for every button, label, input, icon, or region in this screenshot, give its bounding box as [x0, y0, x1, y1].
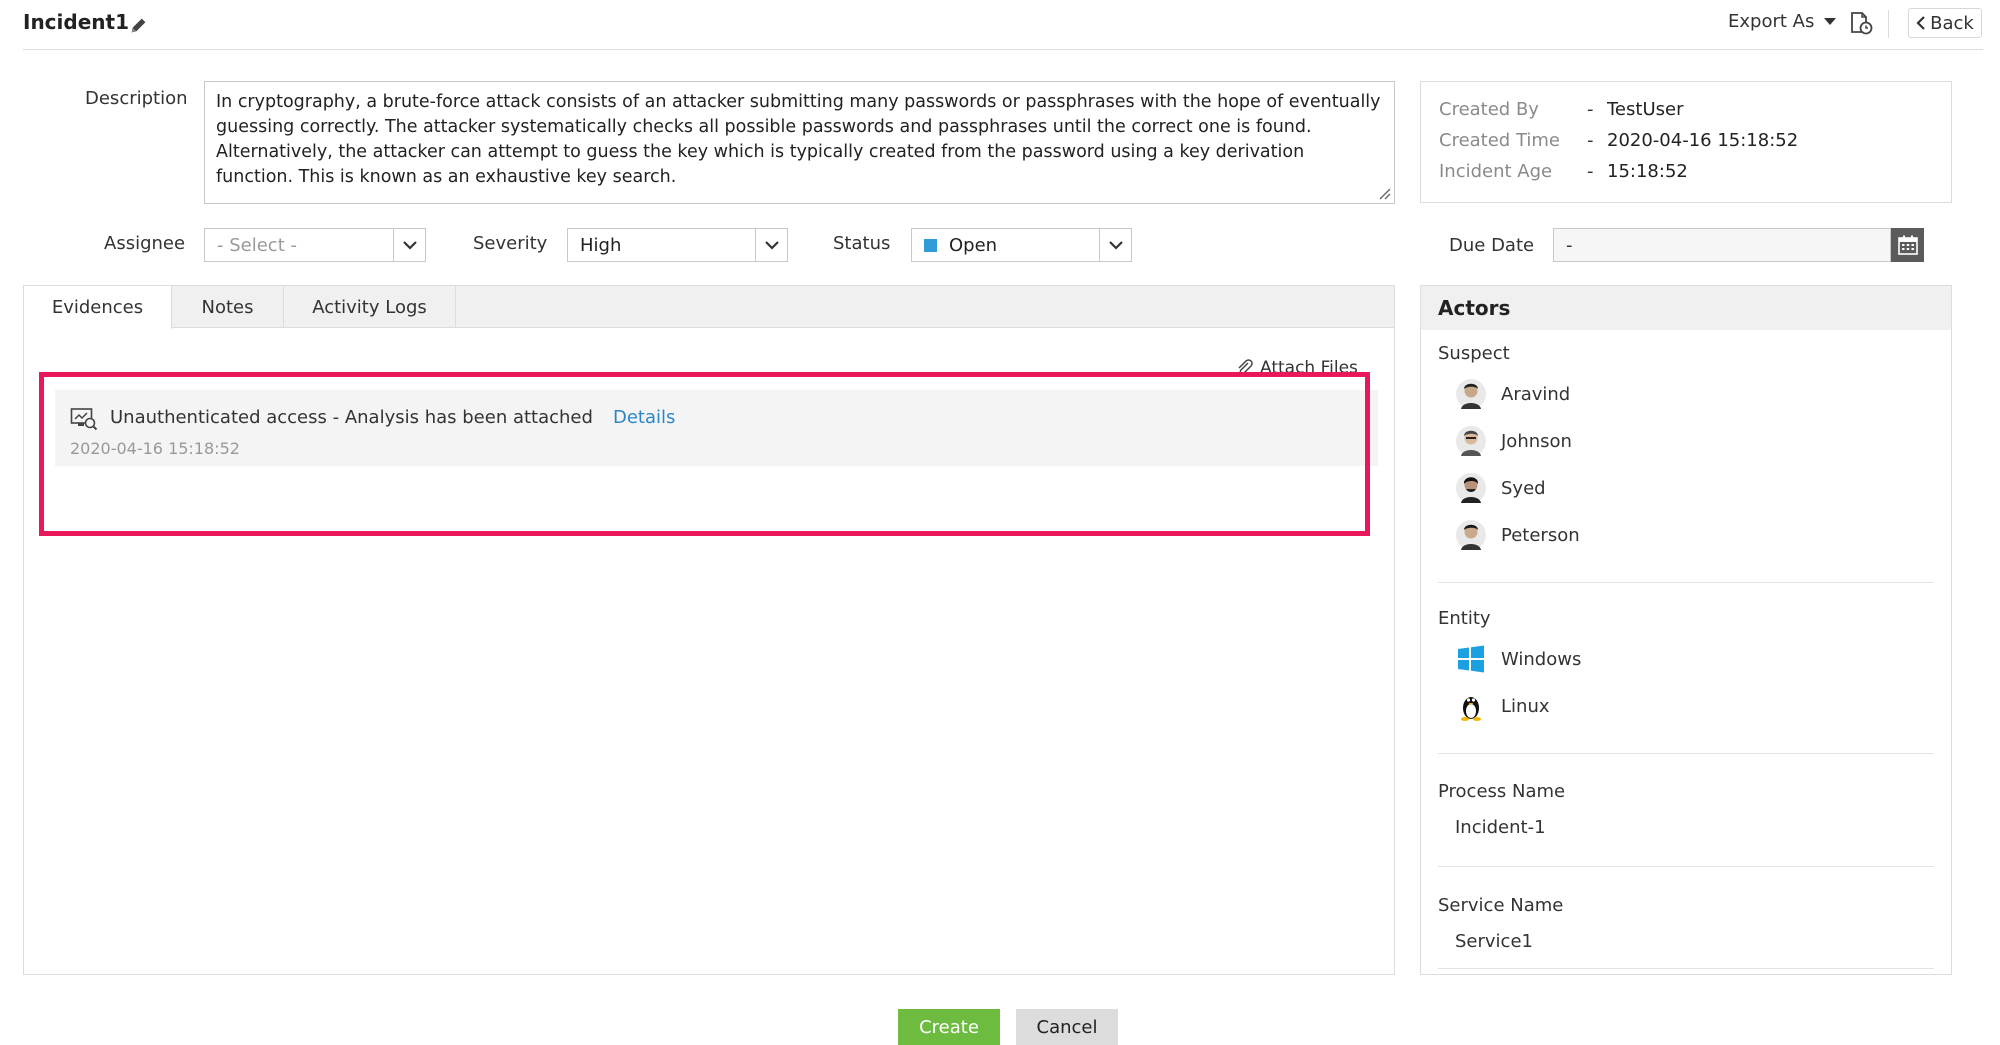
created-by-row: Created By - TestUser [1439, 99, 1683, 120]
incident-info-box: Created By - TestUser Created Time - 202… [1420, 81, 1952, 203]
due-date-input[interactable]: - [1553, 228, 1891, 262]
created-time-label: Created Time [1439, 130, 1561, 151]
suspect-item[interactable]: Peterson [1455, 519, 1580, 551]
section-divider [1438, 968, 1934, 969]
entity-label: Entity [1438, 608, 1491, 629]
incident-age-row: Incident Age - 15:18:52 [1439, 161, 1688, 182]
back-button[interactable]: Back [1908, 8, 1982, 38]
service-name-label: Service Name [1438, 895, 1564, 916]
separator: - [1587, 161, 1594, 182]
chevron-down-icon [393, 229, 425, 261]
tab-bar: Evidences Notes Activity Logs [24, 286, 1394, 329]
status-color-square [924, 238, 937, 252]
entity-name: Linux [1501, 695, 1550, 717]
assignee-label: Assignee [104, 233, 186, 254]
user-avatar-icon [1456, 426, 1486, 456]
entity-item-windows[interactable]: Windows [1455, 643, 1581, 675]
tab-activity-logs[interactable]: Activity Logs [284, 286, 456, 328]
highlight-box [39, 372, 1370, 536]
resize-handle-icon[interactable] [1377, 186, 1391, 200]
linux-icon [1461, 697, 1481, 721]
due-date-label: Due Date [1449, 235, 1535, 256]
assignee-value: - Select - [217, 234, 297, 256]
service-name-value: Service1 [1455, 931, 1533, 952]
process-name-label: Process Name [1438, 781, 1566, 802]
created-by-value: TestUser [1607, 99, 1684, 120]
suspect-name: Syed [1501, 477, 1546, 499]
windows-icon [1458, 645, 1484, 673]
header-divider-line [23, 49, 1983, 50]
tab-label: Activity Logs [312, 296, 427, 318]
severity-label: Severity [473, 233, 548, 254]
suspect-name: Johnson [1501, 430, 1572, 452]
user-avatar-icon [1456, 520, 1486, 550]
created-by-label: Created By [1439, 99, 1539, 120]
separator: - [1587, 130, 1594, 151]
export-as-label: Export As [1728, 11, 1815, 32]
tab-evidences[interactable]: Evidences [24, 286, 172, 329]
process-name-value: Incident-1 [1455, 817, 1546, 838]
chevron-down-icon [1099, 229, 1131, 261]
status-value: Open [949, 234, 998, 256]
document-history-icon[interactable] [1848, 10, 1874, 36]
description-textarea[interactable]: In cryptography, a brute-force attack co… [204, 81, 1395, 204]
assignee-select[interactable]: - Select - [204, 228, 426, 262]
incident-age-label: Incident Age [1439, 161, 1553, 182]
incident-age-value: 15:18:52 [1607, 161, 1688, 182]
tab-notes[interactable]: Notes [172, 286, 284, 328]
chevron-left-icon [1916, 16, 1925, 30]
status-label: Status [833, 233, 891, 254]
suspect-name: Aravind [1501, 383, 1571, 405]
tab-label: Evidences [51, 297, 144, 318]
section-divider [1438, 582, 1934, 583]
entity-item-linux[interactable]: Linux [1455, 690, 1550, 722]
created-time-row: Created Time - 2020-04-16 15:18:52 [1439, 130, 1798, 151]
suspect-label: Suspect [1438, 343, 1510, 364]
actors-title: Actors [1421, 286, 1951, 330]
section-divider [1438, 753, 1934, 754]
chevron-down-icon [755, 229, 787, 261]
suspect-name: Peterson [1501, 524, 1580, 546]
suspect-item[interactable]: Aravind [1455, 378, 1570, 410]
cancel-button[interactable]: Cancel [1016, 1009, 1118, 1045]
description-label: Description [85, 88, 188, 109]
suspect-item[interactable]: Johnson [1455, 425, 1572, 457]
user-avatar-icon [1456, 379, 1486, 409]
status-select[interactable]: Open [911, 228, 1132, 262]
separator: - [1587, 99, 1594, 120]
back-label: Back [1930, 12, 1974, 34]
calendar-icon [1897, 235, 1918, 255]
status-value-wrap: Open [912, 235, 1099, 256]
create-button[interactable]: Create [898, 1009, 1000, 1045]
user-avatar-icon [1456, 473, 1486, 503]
description-text: In cryptography, a brute-force attack co… [216, 92, 1381, 187]
tab-label: Notes [201, 296, 254, 318]
edit-pencil-icon[interactable] [128, 14, 150, 36]
section-divider [1438, 866, 1934, 867]
actors-panel: Actors Suspect Aravind Johnson Syed Pete… [1420, 285, 1952, 975]
incident-title: Incident1 [23, 10, 129, 34]
entity-name: Windows [1501, 648, 1582, 670]
caret-down-icon [1824, 18, 1837, 25]
header-divider [1888, 10, 1889, 38]
calendar-button[interactable] [1891, 228, 1924, 262]
export-as-dropdown[interactable]: Export As [1728, 11, 1837, 32]
severity-value: High [580, 234, 622, 256]
severity-select[interactable]: High [567, 228, 788, 262]
suspect-item[interactable]: Syed [1455, 472, 1546, 504]
created-time-value: 2020-04-16 15:18:52 [1607, 130, 1799, 151]
